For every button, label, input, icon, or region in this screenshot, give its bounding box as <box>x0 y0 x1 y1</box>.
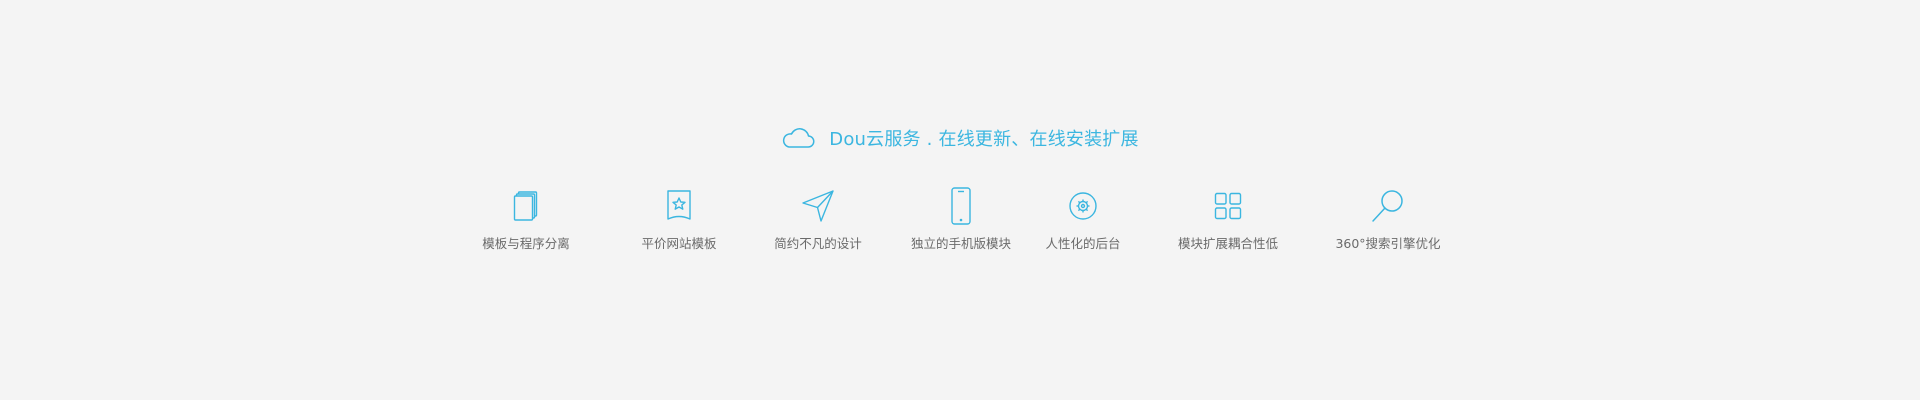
service-headline: Dou云服务 . 在线更新、在线安装扩展 <box>0 120 1920 156</box>
gear-circle-icon <box>1063 186 1103 226</box>
feature-low-coupling-modules[interactable]: 模块扩展耦合性低 <box>1138 186 1318 256</box>
cloud-icon <box>781 123 815 151</box>
feature-label: 模板与程序分离 <box>482 236 570 251</box>
paper-plane-icon <box>798 186 838 226</box>
search-icon <box>1368 186 1408 226</box>
feature-seo-optimization[interactable]: 360°搜索引擎优化 <box>1298 186 1478 256</box>
feature-label: 模块扩展耦合性低 <box>1177 236 1278 251</box>
feature-label: 360°搜索引擎优化 <box>1335 236 1441 251</box>
mobile-phone-icon <box>941 186 981 226</box>
grid-modules-icon <box>1208 186 1248 226</box>
feature-label: 人性化的后台 <box>1045 236 1121 251</box>
feature-label: 简约不凡的设计 <box>774 236 862 251</box>
service-title: Dou云服务 . 在线更新、在线安装扩展 <box>829 129 1139 150</box>
star-bookmark-icon <box>659 186 699 226</box>
copy-documents-icon <box>506 186 546 226</box>
feature-label: 平价网站模板 <box>641 236 717 251</box>
